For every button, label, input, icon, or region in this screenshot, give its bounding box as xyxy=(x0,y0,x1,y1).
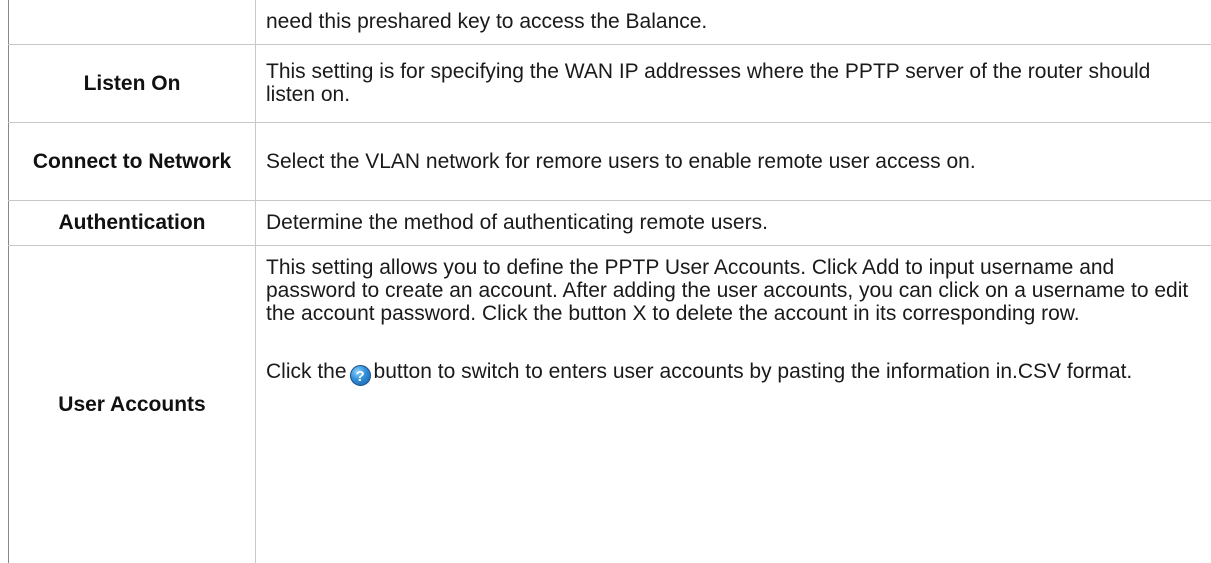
row-label: User Accounts xyxy=(8,244,256,563)
row-label: Authentication xyxy=(8,199,256,246)
table-row: Listen On This setting is for specifying… xyxy=(8,43,1211,123)
settings-description-table: need this preshared key to access the Ba… xyxy=(8,0,1211,563)
table-row: User Accounts This setting allows you to… xyxy=(8,244,1211,563)
row-label xyxy=(8,0,256,45)
table-row: Connect to Network Select the VLAN netwo… xyxy=(8,121,1211,201)
table-row: need this preshared key to access the Ba… xyxy=(8,0,1211,45)
row-label: Listen On xyxy=(8,43,256,123)
row-description: Select the VLAN network for remore users… xyxy=(255,121,1211,201)
description-text: need this preshared key to access the Ba… xyxy=(266,10,708,34)
question-mark-circle-icon: ? xyxy=(349,364,371,386)
table-row: Authentication Determine the method of a… xyxy=(8,199,1211,246)
row-description: This setting is for specifying the WAN I… xyxy=(255,43,1211,123)
description-text: Determine the method of authenticating r… xyxy=(266,211,768,234)
row-description: Determine the method of authenticating r… xyxy=(255,199,1211,246)
description-text: This setting is for specifying the WAN I… xyxy=(266,60,1151,106)
description-text-2-before: Click the xyxy=(266,359,347,383)
row-description: need this preshared key to access the Ba… xyxy=(255,0,1211,45)
description-text: Select the VLAN network for remore users… xyxy=(266,149,976,173)
description-text-2: Click the? button to switch to enters use… xyxy=(266,360,1201,386)
description-text-2-after: button to switch to enters user accounts… xyxy=(373,359,1133,383)
description-text: This setting allows you to define the PP… xyxy=(266,255,1189,325)
row-label: Connect to Network xyxy=(8,121,256,201)
row-description: This setting allows you to define the PP… xyxy=(255,244,1211,563)
